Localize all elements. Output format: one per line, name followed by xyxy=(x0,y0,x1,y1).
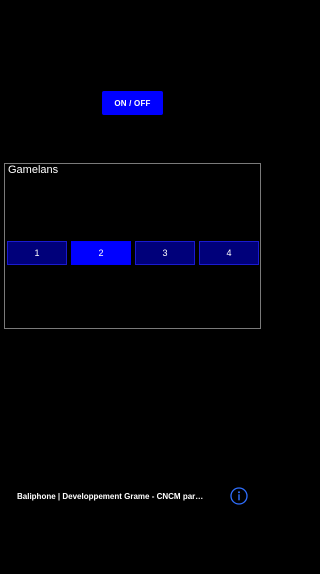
credits-text: Baliphone | Developpement Grame - CNCM p… xyxy=(17,492,204,501)
info-icon[interactable] xyxy=(230,487,248,505)
app-screen: ON / OFF Gamelans 1 2 3 4 Baliphone | De… xyxy=(0,0,265,574)
footer: Baliphone | Developpement Grame - CNCM p… xyxy=(0,484,265,510)
info-circle-icon xyxy=(230,487,248,505)
gamelan-button-1[interactable]: 1 xyxy=(7,241,67,265)
gamelan-button-2[interactable]: 2 xyxy=(71,241,131,265)
gamelan-button-row: 1 2 3 4 xyxy=(7,241,260,266)
panel-title: Gamelans xyxy=(8,164,59,176)
gamelans-panel: Gamelans 1 2 3 4 xyxy=(4,163,261,329)
gamelan-button-3[interactable]: 3 xyxy=(135,241,195,265)
on-off-button[interactable]: ON / OFF xyxy=(102,91,163,115)
gamelan-button-4[interactable]: 4 xyxy=(199,241,259,265)
